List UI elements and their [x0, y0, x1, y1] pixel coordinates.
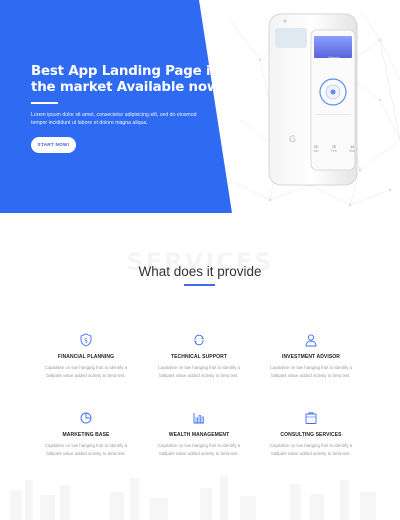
feature-technical-support: TECHNICAL SUPPORT Capitalise on low hang…: [144, 333, 254, 379]
refresh-gear-icon: [194, 334, 204, 346]
svg-text:$: $: [84, 338, 88, 345]
feature-title: CONSULTING SERVICES: [280, 432, 342, 438]
services-title: What does it provide: [138, 264, 262, 279]
hero-title-line2: the market Available now: [31, 80, 220, 95]
feature-title: FINANCIAL PLANNING: [57, 354, 115, 360]
feature-description: Capitalise on low hanging fruit to ident…: [44, 443, 128, 456]
feature-description: Capitalise on low hanging fruit to ident…: [269, 443, 353, 456]
phone-stat: 20 Jan: [313, 145, 319, 153]
feature-marketing-base: MARKETING BASE Capitalise on low hanging…: [31, 411, 141, 457]
svg-text:G: G: [289, 135, 296, 145]
bar-chart-icon: [193, 413, 204, 424]
phone-month: March: [328, 55, 340, 60]
hero-underline: [31, 102, 58, 104]
feature-description: Capitalise on low hanging fruit to ident…: [44, 365, 128, 378]
hero-description: Lorem ipsum dolor sit amet, consectetur …: [31, 112, 197, 126]
feature-wealth-management: WEALTH MANAGEMENT Capitalise on low hang…: [144, 411, 254, 457]
feature-consulting-services: CONSULTING SERVICES Capitalise on low ha…: [256, 411, 366, 457]
feature-description: Capitalise on low hanging fruit to ident…: [269, 365, 353, 378]
feature-title: INVESTMENT ADVISOR: [281, 354, 340, 360]
hero-content: Best App Landing Page in the market Avai…: [31, 64, 231, 153]
services-underline: [184, 284, 215, 286]
phone-stats: 20 Jan 78 Feb 14 Mar: [313, 145, 355, 153]
briefcase-icon: [305, 412, 317, 424]
feature-investment-advisor: INVESTMENT ADVISOR Capitalise on low han…: [256, 333, 366, 379]
pie-chart-icon: [80, 412, 92, 424]
feature-title: TECHNICAL SUPPORT: [170, 354, 228, 360]
shield-dollar-icon: $: [80, 333, 92, 347]
user-icon: [305, 334, 317, 347]
hero-title-line1: Best App Landing Page in: [31, 64, 220, 79]
city-skyline-background: [10, 475, 376, 520]
hero-title: Best App Landing Page in the market Avai…: [31, 64, 231, 96]
feature-title: MARKETING BASE: [62, 432, 110, 438]
feature-description: Capitalise on low hanging fruit to ident…: [157, 443, 241, 456]
phone-stat: 78 Feb: [330, 145, 337, 153]
feature-title: WEALTH MANAGEMENT: [168, 432, 230, 438]
feature-financial-planning: $ FINANCIAL PLANNING Capitalise on low h…: [31, 333, 141, 379]
phone-stat: 14 Mar: [349, 145, 355, 153]
hero-section: Best App Landing Page in the market Avai…: [0, 0, 400, 213]
phone-mockup: G: [268, 13, 358, 186]
feature-description: Capitalise on low hanging fruit to ident…: [157, 365, 241, 378]
start-now-button[interactable]: START NOW!: [31, 137, 76, 153]
